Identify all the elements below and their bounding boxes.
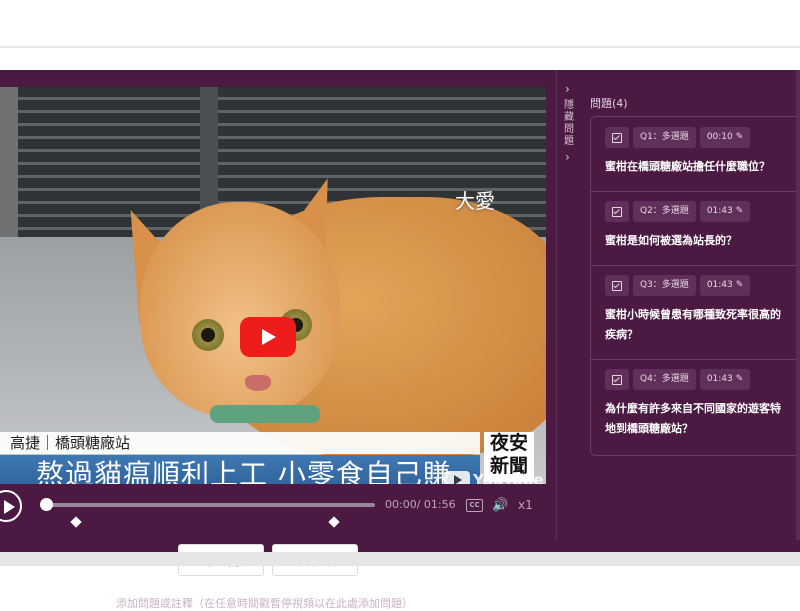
question-text: 蜜柑在橋頭糖廠站擔任什麼職位？ <box>605 160 770 173</box>
video-editor-area: 大愛 高捷｜橋頭糖廠站 熬過貓瘟順利上工 小零食自己賺 夜安 新聞 YouTub… <box>0 70 557 610</box>
question-text: 蜜柑小時候曾患有哪種致死率很高的疾病？ <box>605 308 781 341</box>
main-panel: 大愛 高捷｜橋頭糖廠站 熬過貓瘟順利上工 小零食自己賺 夜安 新聞 YouTub… <box>0 70 800 610</box>
question-card-1[interactable]: Q1：多選題 00:10 ✎ 蜜柑在橋頭糖廠站擔任什麼職位？ <box>591 117 800 192</box>
cat-collar <box>210 405 320 423</box>
top-bar <box>0 0 800 48</box>
hide-questions-toggle[interactable]: › 隱藏問題 › <box>558 70 580 540</box>
check-icon <box>612 280 622 291</box>
question-time-tag[interactable]: 01:43 ✎ <box>699 201 751 222</box>
play-icon <box>262 329 276 345</box>
edit-icon[interactable]: ✎ <box>736 369 744 390</box>
volume-icon[interactable]: 🔊 <box>492 498 508 513</box>
cat-head <box>140 202 340 417</box>
question-time: 01:43 <box>706 206 733 216</box>
check-icon <box>612 206 622 217</box>
playback-speed[interactable]: x1 <box>518 498 533 512</box>
cat-nose <box>245 375 271 391</box>
question-time-tag[interactable]: 00:10 ✎ <box>699 127 751 148</box>
question-checkbox[interactable] <box>605 369 629 390</box>
question-text: 蜜柑是如何被選為站長的？ <box>605 234 737 247</box>
edit-icon[interactable]: ✎ <box>736 127 744 148</box>
progress-track[interactable] <box>46 503 375 507</box>
questions-title: 問題(4) <box>590 97 628 110</box>
question-card-3[interactable]: Q3：多選題 01:43 ✎ 蜜柑小時候曾患有哪種致死率很高的疾病？ <box>591 265 800 360</box>
sidebar-scrollbar[interactable] <box>796 70 800 540</box>
youtube-play-button[interactable] <box>240 317 296 357</box>
question-marker-1[interactable] <box>70 516 82 528</box>
question-time-tag[interactable]: 01:43 ✎ <box>699 369 751 390</box>
question-text: 為什麼有許多來自不同國家的遊客特地到橋頭糖廠站？ <box>605 402 781 435</box>
chevron-right-icon: › <box>565 150 570 164</box>
edit-icon[interactable]: ✎ <box>736 275 744 296</box>
question-marker-2[interactable] <box>328 516 340 528</box>
question-card-4[interactable]: Q4：多選題 01:43 ✎ 為什麼有許多來自不同國家的遊客特地到橋頭糖廠站？ <box>591 359 800 455</box>
hide-questions-label: 隱藏問題 <box>564 100 574 147</box>
edit-icon[interactable]: ✎ <box>736 201 744 222</box>
question-type-tag: Q2：多選題 <box>633 201 696 222</box>
youtube-watermark-text: YouTube <box>473 471 544 484</box>
question-type-tag: Q1：多選題 <box>633 127 696 148</box>
cat-eye-left <box>192 319 224 351</box>
question-type-tag: Q4：多選題 <box>633 369 696 390</box>
youtube-watermark[interactable]: YouTube <box>444 471 544 484</box>
question-checkbox[interactable] <box>605 201 629 222</box>
time-display: 00:00/ 01:56 <box>385 498 456 511</box>
question-time: 01:43 <box>706 374 733 384</box>
check-icon <box>612 132 622 143</box>
question-time: 00:10 <box>706 132 733 142</box>
question-checkbox[interactable] <box>605 127 629 148</box>
check-icon <box>612 374 622 385</box>
play-icon <box>4 500 15 514</box>
question-type-tag: Q3：多選題 <box>633 275 696 296</box>
youtube-icon <box>444 471 470 484</box>
chevron-right-icon: › <box>565 82 570 96</box>
question-checkbox[interactable] <box>605 275 629 296</box>
video-frame[interactable]: 大愛 高捷｜橋頭糖廠站 熬過貓瘟順利上工 小零食自己賺 夜安 新聞 YouTub… <box>0 87 546 484</box>
video-caption-main: 熬過貓瘟順利上工 小零食自己賺 <box>0 455 480 484</box>
player-play-button[interactable] <box>0 490 22 522</box>
question-time-tag[interactable]: 01:43 ✎ <box>699 275 751 296</box>
question-time: 01:43 <box>706 280 733 290</box>
question-card-2[interactable]: Q2：多選題 01:43 ✎ 蜜柑是如何被選為站長的？ <box>591 191 800 266</box>
video-caption-top: 高捷｜橋頭糖廠站 <box>0 432 480 454</box>
add-hint-text: 添加問題或註釋（在任意時間戳暫停視頻以在此處添加問題） <box>116 597 413 610</box>
bottom-bar <box>0 552 800 566</box>
questions-list: Q1：多選題 00:10 ✎ 蜜柑在橋頭糖廠站擔任什麼職位？ Q2：多選題 01:… <box>590 116 800 456</box>
captions-icon[interactable]: CC <box>466 499 483 512</box>
channel-logo: 大愛 <box>455 189 495 213</box>
progress-thumb[interactable] <box>40 498 53 511</box>
